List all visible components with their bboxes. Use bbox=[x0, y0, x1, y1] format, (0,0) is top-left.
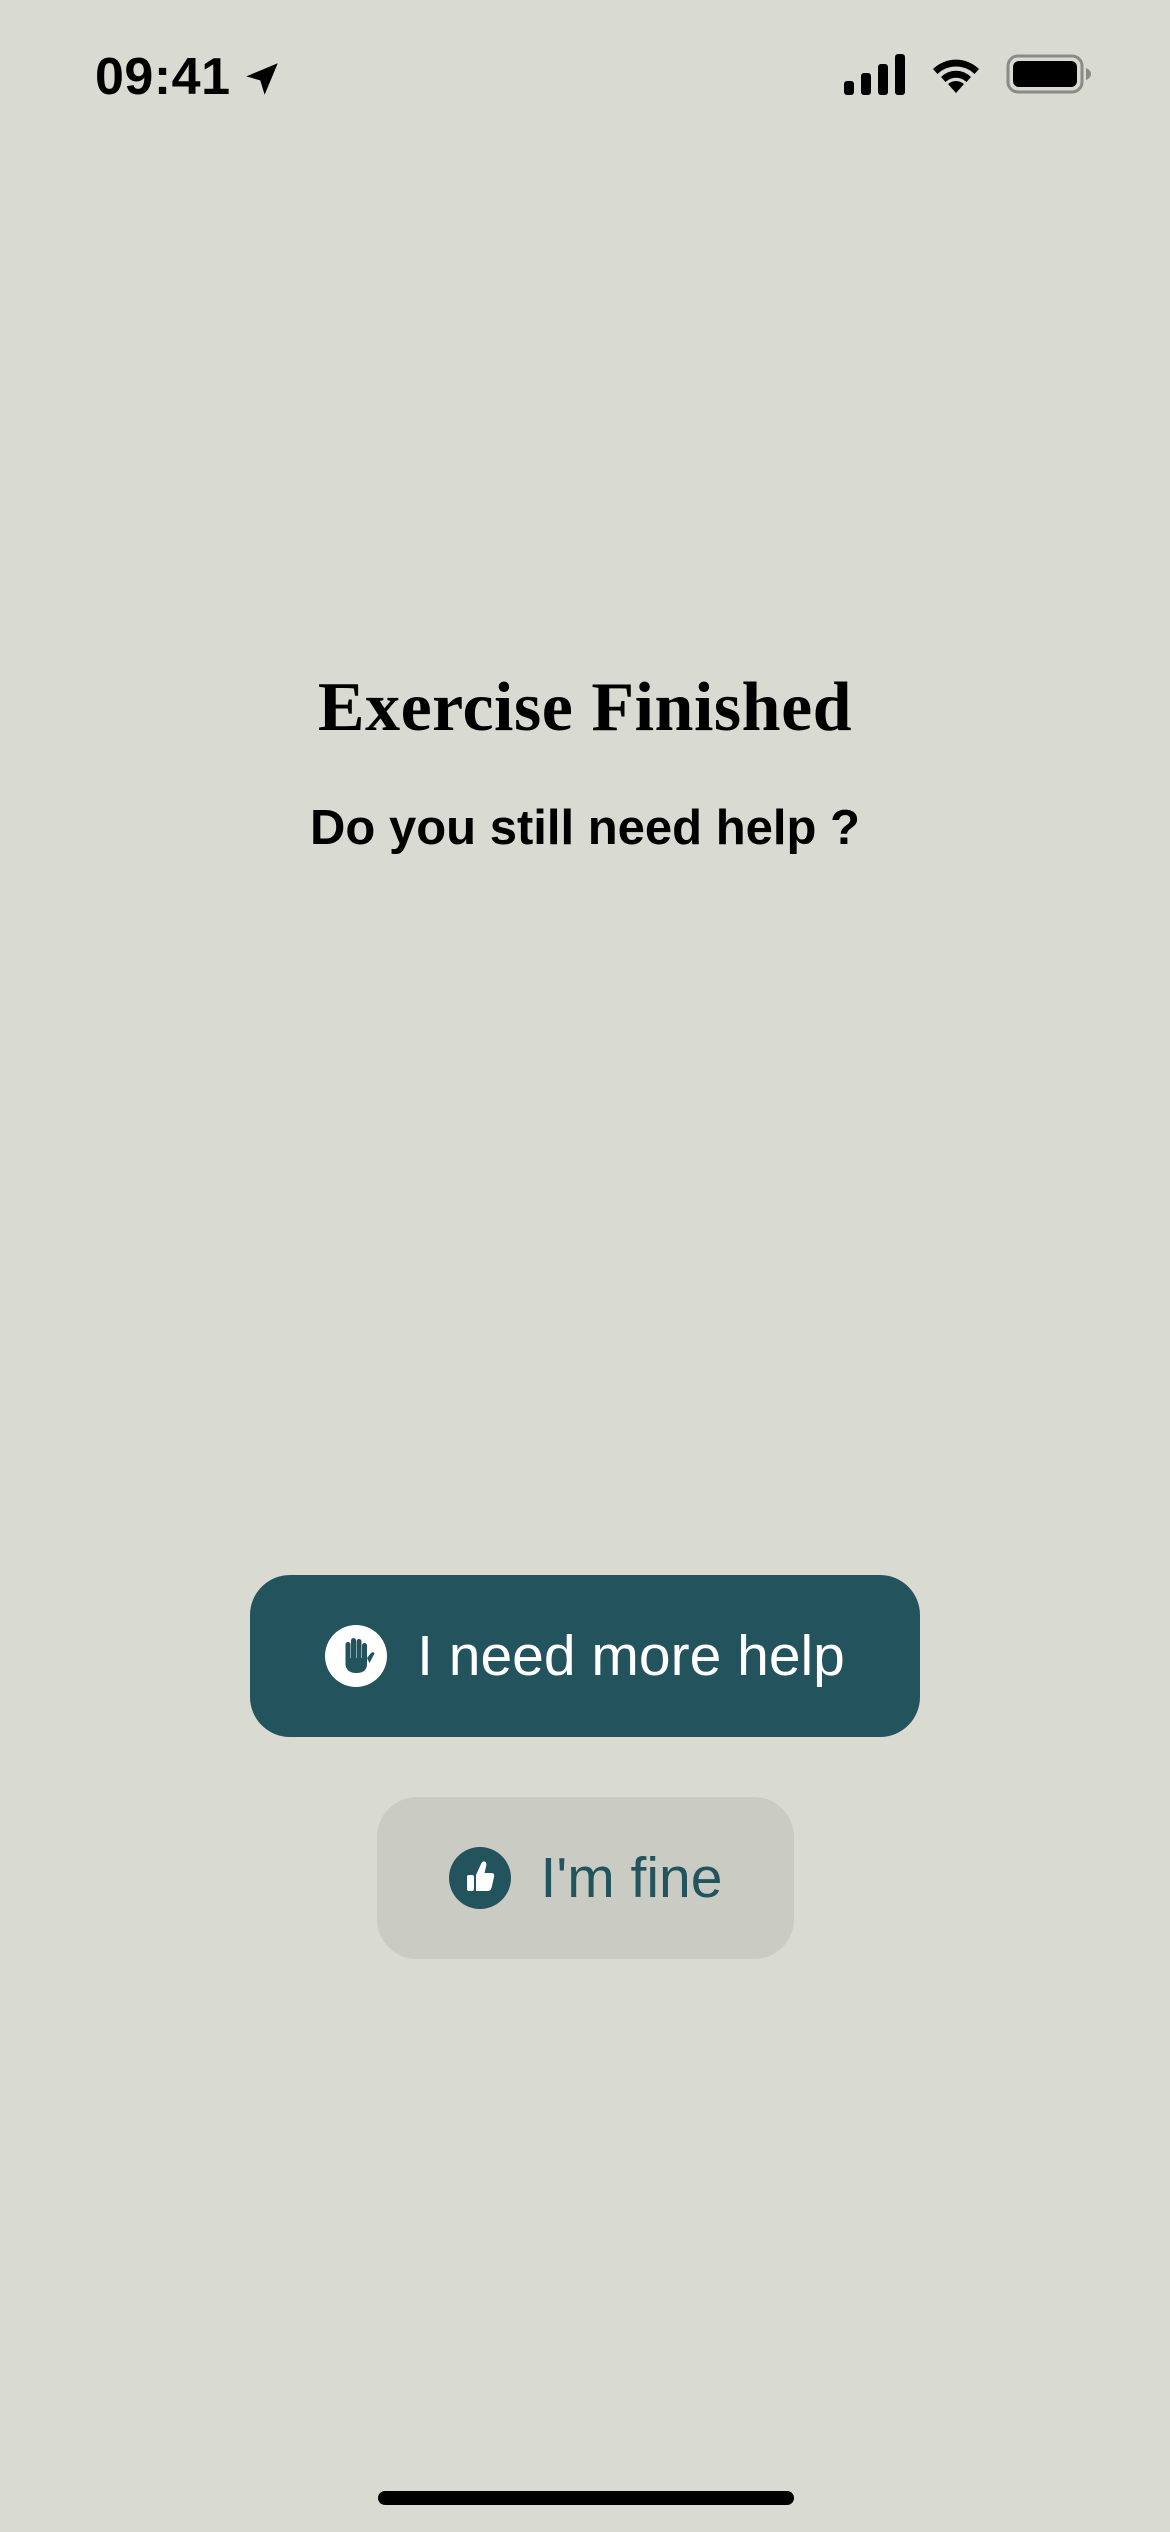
need-more-help-button[interactable]: I need more help bbox=[250, 1575, 920, 1737]
status-time-group: 09:41 bbox=[95, 44, 283, 110]
im-fine-button[interactable]: I'm fine bbox=[377, 1797, 794, 1959]
thumbs-up-icon bbox=[448, 1847, 511, 1909]
wifi-icon bbox=[933, 59, 979, 93]
page-subtitle: Do you still need help ? bbox=[310, 801, 860, 855]
status-bar: 09:41 bbox=[0, 0, 1170, 150]
raised-hand-icon bbox=[325, 1625, 388, 1687]
page-title: Exercise Finished bbox=[317, 669, 853, 746]
cellular-signal-icon bbox=[844, 54, 905, 95]
status-time: 09:41 bbox=[95, 48, 231, 106]
home-indicator[interactable] bbox=[378, 2491, 794, 2505]
im-fine-label: I'm fine bbox=[540, 1846, 723, 1910]
location-arrow-icon bbox=[245, 63, 278, 95]
battery-icon bbox=[1006, 54, 1091, 94]
status-right-icons bbox=[844, 52, 1092, 96]
need-more-help-label: I need more help bbox=[417, 1624, 845, 1688]
